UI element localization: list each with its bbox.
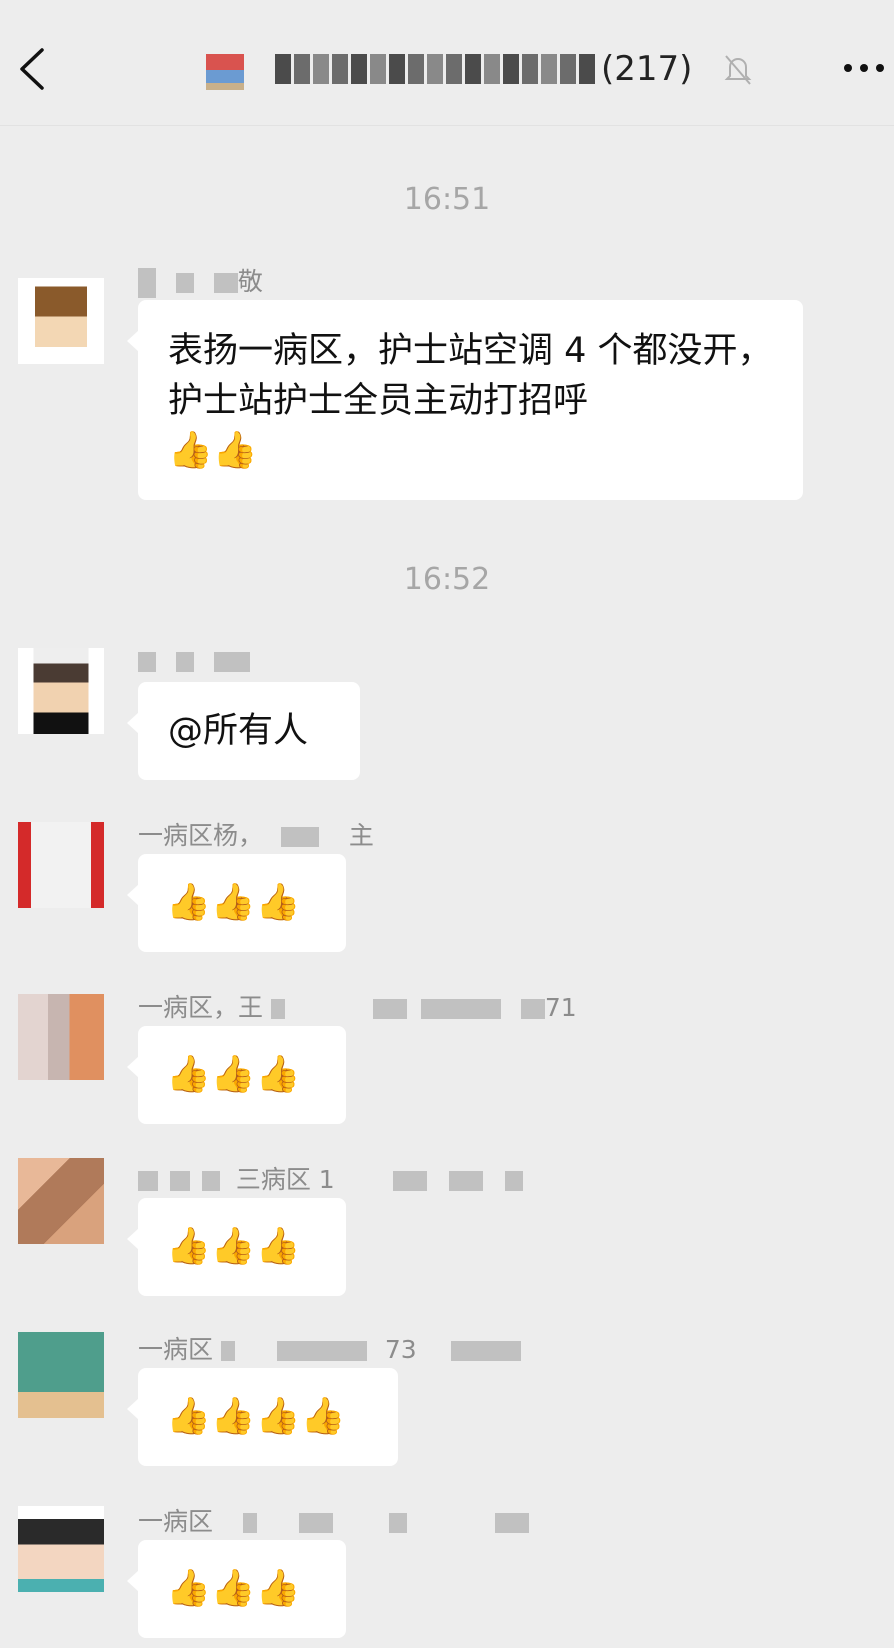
more-dots-icon[interactable] — [840, 56, 888, 80]
sender-name: 一病区杨， 主 — [138, 821, 374, 850]
avatar[interactable] — [18, 1506, 104, 1592]
avatar[interactable] — [18, 278, 104, 364]
sender-name: 一病区，王 71 — [138, 993, 577, 1022]
message-bubble[interactable]: 👍👍👍 — [127, 1540, 346, 1638]
bell-off-icon — [724, 55, 752, 85]
sender-name: 一病区 73 — [138, 1330, 521, 1366]
message-bubble[interactable]: @所有人 — [127, 682, 360, 780]
redacted-title — [275, 54, 595, 84]
avatar[interactable] — [18, 648, 104, 734]
chevron-left-icon[interactable] — [14, 44, 54, 94]
timestamp: 16:51 — [403, 182, 491, 217]
avatar[interactable] — [18, 994, 104, 1080]
chat-header: (217) — [0, 0, 894, 126]
message-text: @所有人 — [168, 711, 309, 751]
message-text: 表扬一病区，护士站空调 4 个都没开，护士站护士全员主动打招呼 — [168, 331, 773, 421]
message-bubble[interactable]: 👍👍👍 — [127, 854, 346, 952]
chat-title: (217) — [275, 44, 692, 94]
thumbs-up-emoji: 👍👍👍 — [166, 1054, 301, 1095]
avatar[interactable] — [18, 1158, 104, 1244]
message-bubble[interactable]: 👍👍👍 — [127, 1026, 346, 1124]
message-bubble[interactable]: 👍👍👍 — [127, 1198, 346, 1296]
message-bubble[interactable]: 表扬一病区，护士站空调 4 个都没开，护士站护士全员主动打招呼 👍👍 — [127, 300, 803, 500]
thumbs-up-emoji: 👍👍👍 — [166, 1226, 301, 1267]
thumbs-up-emoji: 👍👍 — [168, 430, 258, 471]
sender-name — [138, 646, 250, 675]
sender-name: 三病区 1 — [138, 1160, 523, 1196]
thumbs-up-emoji: 👍👍👍 — [166, 882, 301, 923]
member-count: (217) — [601, 49, 693, 89]
message-bubble[interactable]: 👍👍👍👍 — [127, 1368, 398, 1466]
group-avatar — [206, 54, 244, 90]
thumbs-up-emoji: 👍👍👍 — [166, 1568, 301, 1609]
sender-name: 敬 — [138, 262, 263, 298]
thumbs-up-emoji: 👍👍👍👍 — [166, 1396, 346, 1437]
sender-name: 一病区 — [138, 1502, 529, 1538]
avatar[interactable] — [18, 822, 104, 908]
avatar[interactable] — [18, 1332, 104, 1418]
timestamp: 16:52 — [403, 562, 491, 597]
